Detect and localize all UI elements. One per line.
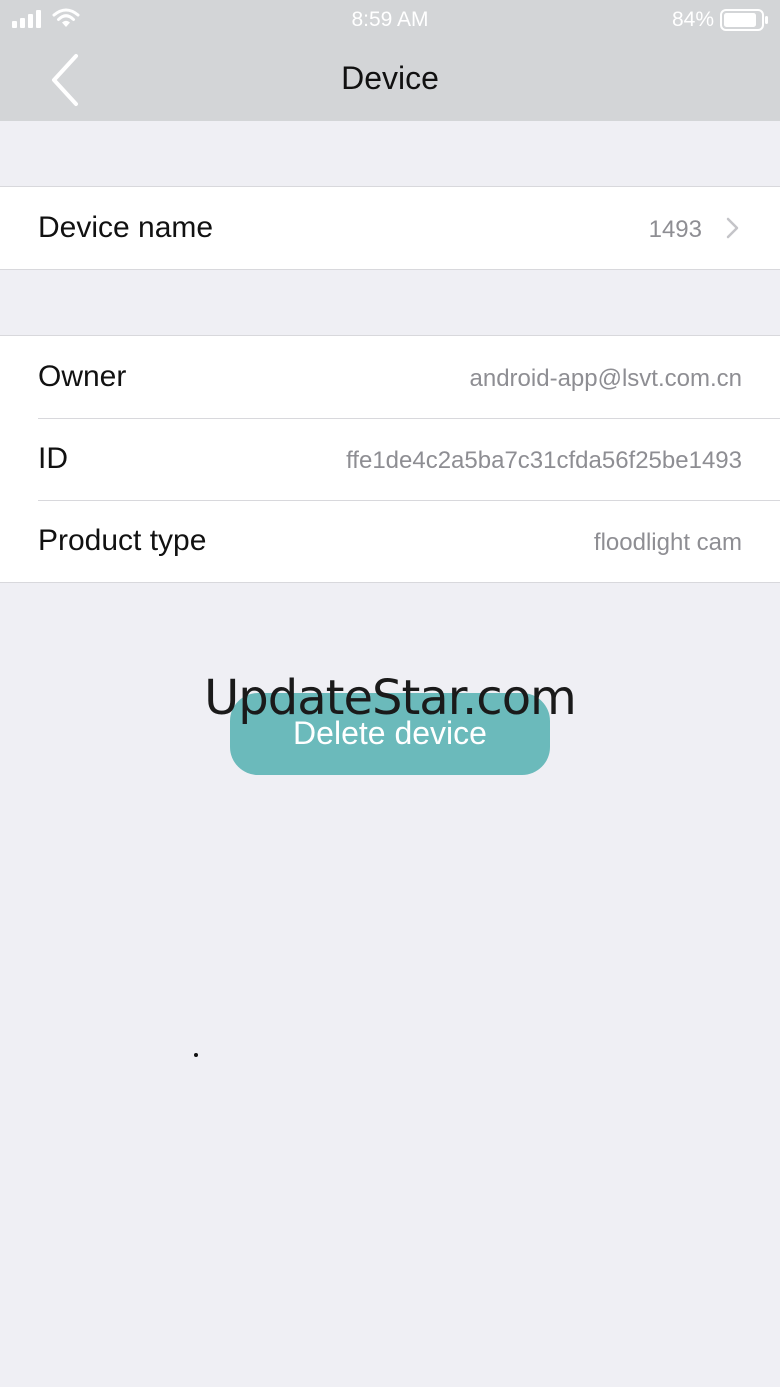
- device-name-group: Device name 1493: [0, 186, 780, 270]
- top-bar: 8:59 AM 84% Device: [0, 0, 780, 121]
- nav-bar: Device: [0, 40, 780, 121]
- device-name-row[interactable]: Device name 1493: [0, 187, 780, 269]
- product-type-label: Product type: [38, 524, 207, 557]
- page-title: Device: [341, 60, 439, 96]
- id-value: ffe1de4c2a5ba7c31cfda56f25be1493: [346, 447, 742, 474]
- battery-icon: [720, 9, 768, 31]
- status-bar: 8:59 AM 84%: [0, 0, 780, 40]
- id-label: ID: [38, 442, 68, 475]
- owner-value: android-app@lsvt.com.cn: [469, 365, 742, 392]
- device-info-group: Owner android-app@lsvt.com.cn ID ffe1de4…: [0, 335, 780, 583]
- dot-mark: [194, 1053, 198, 1057]
- device-name-label: Device name: [38, 211, 214, 244]
- device-name-value: 1493: [648, 216, 702, 243]
- chevron-right-icon: [726, 217, 739, 239]
- product-type-row: Product type floodlight cam: [0, 500, 780, 582]
- owner-label: Owner: [38, 360, 127, 393]
- status-time: 8:59 AM: [351, 8, 429, 31]
- battery-percentage: 84%: [671, 8, 714, 31]
- owner-row: Owner android-app@lsvt.com.cn: [0, 336, 780, 418]
- id-row: ID ffe1de4c2a5ba7c31cfda56f25be1493: [0, 418, 780, 500]
- watermark: UpdateStar.com: [204, 670, 577, 726]
- product-type-value: floodlight cam: [593, 529, 742, 556]
